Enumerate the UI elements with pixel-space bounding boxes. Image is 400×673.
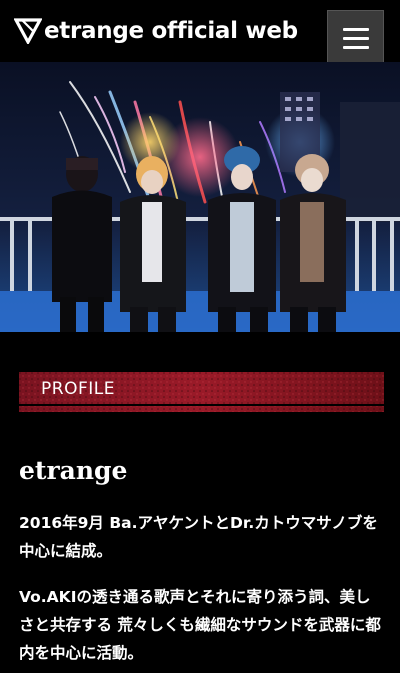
- site-logo[interactable]: etrange official web: [14, 14, 298, 48]
- site-header: etrange official web: [0, 0, 400, 67]
- band-photo-illustration: [0, 62, 400, 332]
- band-photo: [0, 62, 400, 332]
- hamburger-bar: [342, 37, 369, 40]
- profile-paragraph-activity: Vo.AKIの透き通る歌声とそれに寄り添う詞、美しさと共存する 荒々しくも繊細な…: [19, 588, 381, 662]
- profile-paragraph-formation: 2016年9月 Ba.アヤケントとDr.カトウマサノブを中心に結成。: [19, 514, 378, 560]
- profile-section-banner: PROFILE: [19, 372, 384, 412]
- triangle-logo-icon: [14, 18, 42, 44]
- band-name-heading: etrange: [19, 456, 128, 485]
- hamburger-bar: [342, 46, 369, 49]
- profile-section-label: PROFILE: [41, 379, 115, 399]
- site-title: etrange official web: [44, 17, 298, 44]
- hamburger-menu-button[interactable]: [327, 10, 384, 67]
- hamburger-menu-icon: [342, 28, 369, 31]
